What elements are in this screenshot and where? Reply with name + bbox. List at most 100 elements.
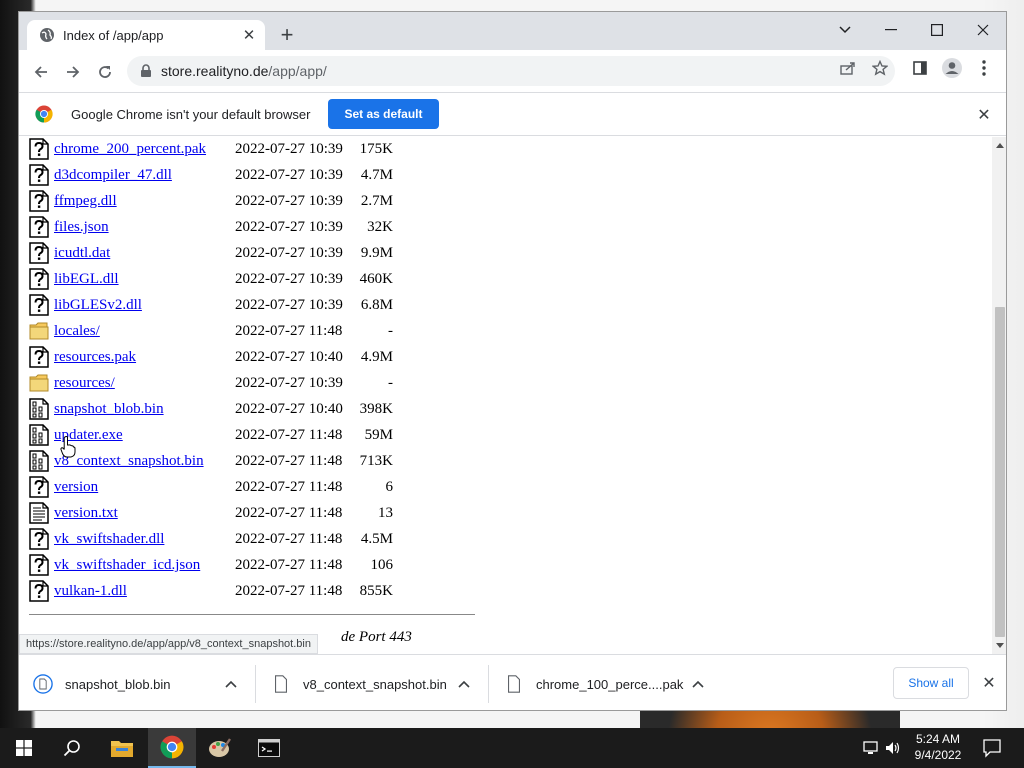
url-host: store.realityno.de	[161, 63, 269, 79]
file-modified-date: 2022-07-27 10:39	[235, 141, 343, 157]
paint-taskbar-button[interactable]	[196, 728, 244, 768]
chrome-taskbar-button[interactable]	[148, 728, 196, 768]
file-size: 4.7M	[360, 167, 393, 183]
file-link[interactable]: resources.pak	[54, 349, 136, 366]
new-tab-button[interactable]: +	[275, 24, 299, 48]
file-link[interactable]: resources/	[54, 375, 115, 392]
paint-palette-icon	[209, 738, 231, 757]
taskbar-clock[interactable]: 5:24 AM 9/4/2022	[906, 731, 970, 763]
binary-file-icon	[29, 398, 49, 420]
unknown-file-icon	[29, 294, 49, 316]
chevron-up-icon[interactable]	[223, 676, 239, 692]
bookmark-star-icon[interactable]	[868, 56, 892, 80]
volume-icon[interactable]	[884, 740, 902, 756]
file-size: 713K	[359, 453, 393, 469]
download-item[interactable]: v8_context_snapshot.bin	[271, 665, 470, 703]
listing-row: files.json 2022-07-27 10:39 32K	[19, 215, 519, 241]
tab-title: Index of /app/app	[63, 27, 164, 43]
minimize-button[interactable]	[868, 16, 914, 44]
page-scrollbar[interactable]	[992, 137, 1006, 654]
listing-row: snapshot_blob.bin 2022-07-27 10:40 398K	[19, 397, 519, 423]
forward-button[interactable]	[59, 58, 87, 86]
file-link[interactable]: d3dcompiler_47.dll	[54, 167, 172, 184]
close-window-button[interactable]	[960, 16, 1006, 44]
file-explorer-button[interactable]	[98, 728, 146, 768]
file-link[interactable]: version.txt	[54, 505, 118, 522]
listing-row: v8_context_snapshot.bin 2022-07-27 11:48 7…	[19, 449, 519, 475]
side-panel-icon[interactable]	[908, 56, 932, 80]
file-link[interactable]: vk_swiftshader.dll	[54, 531, 164, 548]
back-button[interactable]	[27, 58, 55, 86]
file-modified-date: 2022-07-27 10:40	[235, 349, 343, 365]
folder-icon	[29, 322, 49, 340]
maximize-button[interactable]	[914, 16, 960, 44]
hand-pointer-cursor-icon	[60, 436, 76, 458]
file-size: 855K	[359, 583, 393, 599]
server-footer: de Port 443	[341, 629, 412, 645]
download-shelf-close-icon[interactable]: ✕	[979, 673, 999, 693]
file-modified-date: 2022-07-27 11:48	[235, 583, 343, 599]
file-modified-date: 2022-07-27 11:48	[235, 479, 343, 495]
notifications-icon[interactable]	[982, 738, 1002, 758]
show-all-downloads-button[interactable]: Show all	[893, 667, 969, 699]
tab-index-app[interactable]: Index of /app/app ✕	[27, 20, 265, 50]
search-button[interactable]	[48, 728, 96, 768]
scroll-up-icon[interactable]	[995, 141, 1005, 149]
download-item[interactable]: snapshot_blob.bin	[33, 665, 237, 703]
address-bar[interactable]: store.realityno.de/app/app/	[127, 56, 895, 86]
download-filename: snapshot_blob.bin	[65, 676, 171, 692]
file-modified-date: 2022-07-27 10:40	[235, 401, 343, 417]
set-as-default-button[interactable]: Set as default	[328, 99, 439, 129]
file-link[interactable]: locales/	[54, 323, 100, 340]
file-size: 6	[385, 479, 394, 495]
scroll-down-icon[interactable]	[995, 642, 1005, 650]
download-divider	[488, 665, 489, 703]
profile-avatar-icon[interactable]	[940, 56, 964, 80]
unknown-file-icon	[29, 164, 49, 186]
file-modified-date: 2022-07-27 11:48	[235, 427, 343, 443]
download-shelf: snapshot_blob.bin v8_context_snapshot.bi…	[19, 654, 1006, 710]
file-size: 32K	[367, 219, 393, 235]
tab-search-icon[interactable]	[822, 16, 868, 44]
file-link[interactable]: snapshot_blob.bin	[54, 401, 164, 418]
clock-date: 9/4/2022	[914, 748, 962, 762]
menu-kebab-icon[interactable]	[972, 56, 996, 80]
listing-row: chrome_200_percent.pak 2022-07-27 10:39 17…	[19, 137, 519, 163]
file-link[interactable]: libGLESv2.dll	[54, 297, 142, 314]
start-button[interactable]	[0, 728, 48, 768]
file-modified-date: 2022-07-27 10:39	[235, 193, 343, 209]
unknown-file-icon	[29, 268, 49, 290]
clock-time: 5:24 AM	[915, 732, 961, 746]
listing-row: version.txt 2022-07-27 11:48 13	[19, 501, 519, 527]
terminal-taskbar-button[interactable]	[245, 728, 293, 768]
file-link[interactable]: chrome_200_percent.pak	[54, 141, 206, 158]
chevron-up-icon[interactable]	[690, 676, 706, 692]
file-link[interactable]: v8_context_snapshot.bin	[54, 453, 204, 470]
browser-toolbar: store.realityno.de/app/app/	[19, 50, 1006, 92]
reload-button[interactable]	[91, 58, 119, 86]
file-link[interactable]: vulkan-1.dll	[54, 583, 127, 600]
chevron-up-icon[interactable]	[456, 676, 472, 692]
file-link[interactable]: files.json	[54, 219, 109, 236]
tab-close-icon[interactable]: ✕	[239, 25, 259, 45]
listing-row: updater.exe 2022-07-27 11:48 59M	[19, 423, 519, 449]
network-icon[interactable]	[862, 740, 880, 756]
file-link[interactable]: version	[54, 479, 98, 496]
listing-row: libGLESv2.dll 2022-07-27 10:39 6.8M	[19, 293, 519, 319]
share-icon[interactable]	[836, 56, 860, 80]
unknown-file-icon	[29, 242, 49, 264]
infobar-close-icon[interactable]: ✕	[974, 105, 994, 125]
file-size: 460K	[359, 271, 393, 287]
unknown-file-icon	[29, 346, 49, 368]
scrollbar-thumb[interactable]	[995, 307, 1005, 637]
file-link[interactable]: ffmpeg.dll	[54, 193, 117, 210]
download-item[interactable]: chrome_100_perce....pak	[504, 665, 704, 703]
file-link[interactable]: vk_swiftshader_icd.json	[54, 557, 200, 574]
file-modified-date: 2022-07-27 10:39	[235, 271, 343, 287]
file-size: 6.8M	[360, 297, 393, 313]
file-link[interactable]: libEGL.dll	[54, 271, 119, 288]
file-link[interactable]: icudtl.dat	[54, 245, 110, 262]
file-size: 59M	[364, 427, 393, 443]
file-size: 4.5M	[360, 531, 393, 547]
listing-row: vk_swiftshader_icd.json 2022-07-27 11:48 1…	[19, 553, 519, 579]
